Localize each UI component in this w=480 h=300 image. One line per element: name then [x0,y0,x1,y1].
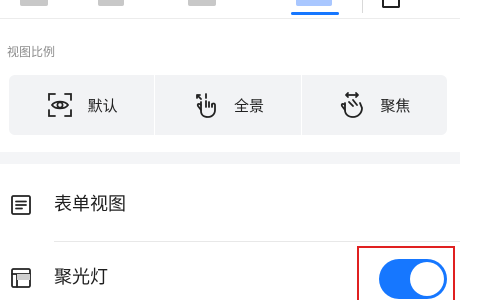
spotlight-toggle[interactable] [379,259,447,299]
tab-fragment-active[interactable] [296,0,332,6]
list-form-icon [10,194,32,216]
form-view-label: 表单视图 [54,194,126,215]
pinch-in-hand-icon [338,91,366,119]
view-focus-label: 聚焦 [380,96,411,115]
view-default-label: 默认 [87,96,118,115]
view-focus-button[interactable]: 聚焦 [302,75,447,135]
tab-fragment[interactable] [20,0,48,6]
view-panorama-button[interactable]: 全景 [155,75,300,135]
pinch-out-hand-icon [192,91,220,119]
section-gap [0,152,460,164]
right-margin [460,0,480,300]
view-settings-panel: 视图比例 默认 全景 聚焦 表单视图 聚光灯 [0,0,480,300]
spotlight-table-icon [10,267,32,289]
view-scale-section-title: 视图比例 [7,45,56,59]
tab-fragment[interactable] [98,0,124,6]
spotlight-label: 聚光灯 [54,266,108,288]
eye-scan-icon [46,91,74,119]
tab-fragment[interactable] [188,0,216,6]
toggle-knob [410,262,444,296]
tab-strip [0,0,460,19]
view-default-button[interactable]: 默认 [9,75,154,135]
view-panorama-label: 全景 [233,96,264,115]
view-scale-segmented-control: 默认 全景 聚焦 [9,75,447,135]
tab-end-icon[interactable] [382,0,400,8]
form-view-row[interactable]: 表单视图 [0,185,460,225]
active-tab-indicator [291,12,339,15]
tab-divider [362,0,363,13]
row-divider [54,241,460,242]
